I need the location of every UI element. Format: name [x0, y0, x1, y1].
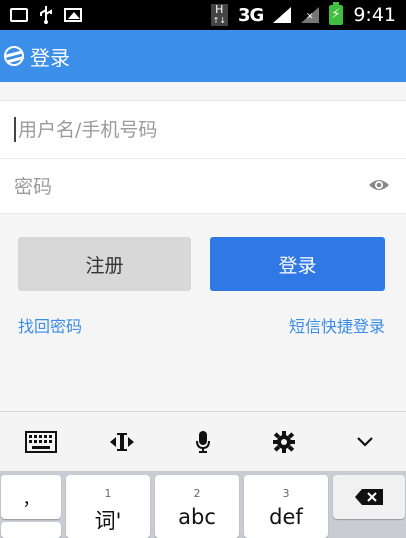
collapse-icon[interactable] [345, 422, 385, 462]
keyboard-icon[interactable] [21, 422, 61, 462]
signal-roaming-icon: ✕ [301, 7, 320, 23]
clock: 9:41 [353, 4, 396, 26]
login-button[interactable]: 登录 [210, 237, 385, 291]
network-type: 3G [238, 4, 264, 26]
backspace-key[interactable] [333, 475, 405, 519]
app-bar: 登录 [0, 30, 406, 82]
password-row [0, 158, 406, 215]
notification-icon [10, 8, 28, 22]
username-row [0, 101, 406, 158]
svg-text:✕: ✕ [274, 10, 281, 19]
key-comma[interactable]: ， [1, 475, 61, 519]
hspa-badge: H ↑↓ [210, 3, 229, 26]
settings-icon[interactable] [264, 422, 304, 462]
key-3[interactable]: 3 def [244, 475, 328, 538]
status-bar: H ↑↓ 3G ✕ ✕ ⚡ 9:41 [0, 0, 406, 30]
password-input[interactable] [14, 176, 344, 198]
battery-icon: ⚡ [329, 2, 344, 25]
usb-icon [38, 6, 54, 24]
svg-text:✕: ✕ [306, 12, 314, 22]
app-logo-icon [4, 46, 24, 66]
keyboard-keys: ， 1 词' 2 abc 3 def [0, 471, 406, 538]
key-partial[interactable] [1, 522, 61, 538]
register-button[interactable]: 注册 [18, 237, 191, 291]
signal-icon: ✕ [273, 7, 292, 23]
login-form [0, 100, 406, 214]
sms-login-link[interactable]: 短信快捷登录 [289, 313, 385, 337]
status-right: H ↑↓ 3G ✕ ✕ ⚡ 9:41 [210, 2, 396, 26]
key-2[interactable]: 2 abc [155, 475, 239, 538]
cursor-move-icon[interactable] [102, 422, 142, 462]
page-title: 登录 [30, 45, 70, 70]
image-icon [64, 8, 82, 22]
keyboard-toolbar [0, 411, 406, 471]
eye-icon[interactable] [368, 178, 390, 192]
forgot-password-link[interactable]: 找回密码 [18, 313, 82, 337]
key-1[interactable]: 1 词' [66, 475, 150, 538]
microphone-icon[interactable] [183, 422, 223, 462]
username-input[interactable] [14, 118, 344, 141]
backspace-icon [355, 489, 383, 505]
status-left [10, 6, 82, 24]
text-cursor [14, 117, 16, 142]
